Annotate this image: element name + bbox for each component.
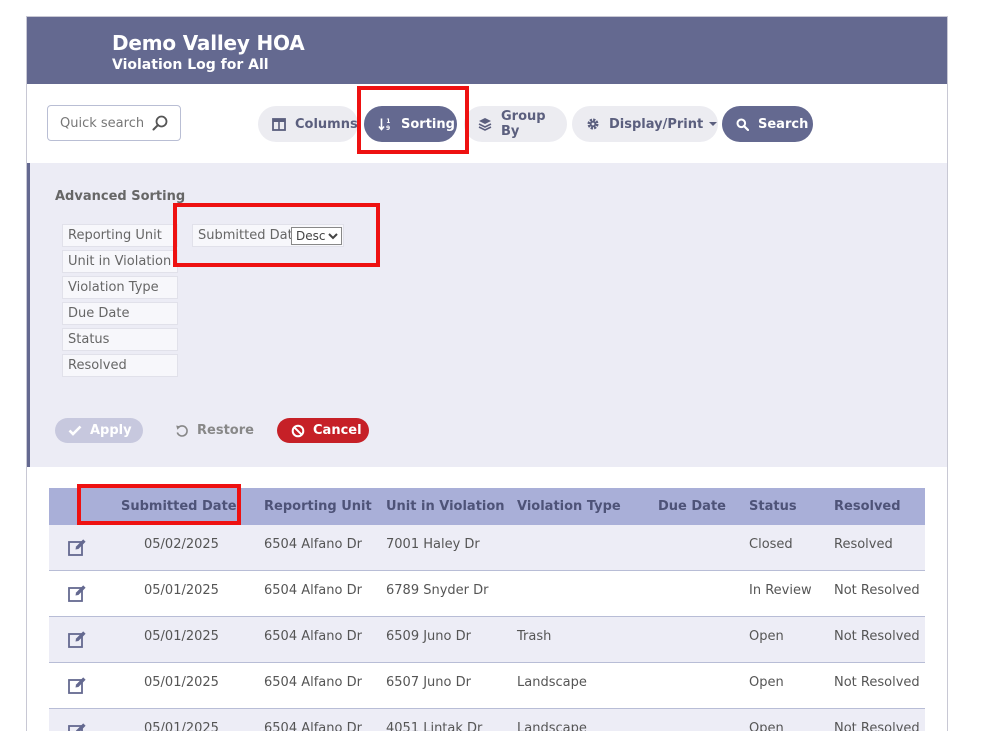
cell-submitted-date: 05/01/2025: [144, 675, 219, 690]
table-row[interactable]: 05/01/2025 6504 Alfano Dr 4051 Lintak Dr…: [49, 709, 925, 731]
svg-text:1: 1: [386, 118, 390, 125]
advanced-sorting-panel: Advanced Sorting Reporting Unit Unit in …: [27, 163, 947, 467]
cell-reporting-unit: 6504 Alfano Dr: [264, 583, 362, 598]
apply-label: Apply: [90, 423, 132, 438]
group-by-button[interactable]: Group By: [464, 106, 567, 142]
page-header: Demo Valley HOA Violation Log for All: [27, 17, 947, 84]
columns-icon: [272, 117, 286, 131]
column-header-violation-type[interactable]: Violation Type: [517, 488, 621, 525]
cell-resolved: Not Resolved: [834, 629, 920, 644]
sorted-field-label: Submitted Date: [198, 228, 301, 243]
cell-unit-in-violation: 6507 Juno Dr: [386, 675, 471, 690]
cell-violation-type: Landscape: [517, 721, 587, 731]
cell-reporting-unit: 6504 Alfano Dr: [264, 629, 362, 644]
restore-label: Restore: [197, 423, 254, 438]
cell-unit-in-violation: 4051 Lintak Dr: [386, 721, 483, 731]
display-print-button[interactable]: Display/Print: [572, 106, 718, 142]
apply-button[interactable]: Apply: [55, 418, 143, 443]
gear-icon: [587, 118, 599, 130]
table-row[interactable]: 05/01/2025 6504 Alfano Dr 6507 Juno Dr L…: [49, 663, 925, 709]
cell-status: Open: [749, 629, 784, 644]
cell-unit-in-violation: 7001 Haley Dr: [386, 537, 480, 552]
cell-status: In Review: [749, 583, 812, 598]
table-row[interactable]: 05/02/2025 6504 Alfano Dr 7001 Haley Dr …: [49, 525, 925, 571]
caret-down-icon: [709, 122, 718, 126]
sort-direction-select[interactable]: Asc Desc: [291, 227, 342, 245]
column-header-status[interactable]: Status: [749, 488, 797, 525]
quick-search-box: [47, 105, 181, 141]
svg-text:9: 9: [386, 125, 390, 131]
sorting-label: Sorting: [401, 116, 455, 132]
search-icon[interactable]: [152, 115, 168, 131]
column-header-due-date[interactable]: Due Date: [658, 488, 726, 525]
cell-violation-type: Trash: [517, 629, 552, 644]
ban-icon: [291, 424, 305, 437]
edit-icon[interactable]: [68, 584, 87, 603]
app-frame: Demo Valley HOA Violation Log for All Co…: [26, 16, 948, 731]
sort-icon: 1 9: [378, 118, 390, 131]
cell-reporting-unit: 6504 Alfano Dr: [264, 721, 362, 731]
sort-field-due-date[interactable]: Due Date: [62, 302, 178, 325]
restore-button[interactable]: Restore: [172, 418, 256, 443]
cell-resolved: Not Resolved: [834, 583, 920, 598]
sorted-field-submitted-date[interactable]: Submitted Date Asc Desc: [192, 224, 344, 247]
page-subtitle: Violation Log for All: [112, 57, 269, 73]
cell-status: Closed: [749, 537, 793, 552]
cell-violation-type: Landscape: [517, 675, 587, 690]
search-button[interactable]: Search: [722, 106, 813, 142]
sort-field-violation-type[interactable]: Violation Type: [62, 276, 178, 299]
group-by-label: Group By: [501, 109, 546, 139]
cell-submitted-date: 05/02/2025: [144, 537, 219, 552]
page-title: Demo Valley HOA: [112, 31, 305, 55]
check-icon: [68, 425, 82, 436]
sorting-button[interactable]: 1 9 Sorting: [364, 106, 457, 142]
cell-submitted-date: 05/01/2025: [144, 629, 219, 644]
cell-resolved: Resolved: [834, 537, 893, 552]
sort-field-status[interactable]: Status: [62, 328, 178, 351]
column-header-submitted-date[interactable]: Submitted Date: [121, 488, 237, 525]
search-icon: [736, 118, 749, 131]
display-print-label: Display/Print: [609, 116, 704, 132]
cell-reporting-unit: 6504 Alfano Dr: [264, 675, 362, 690]
edit-icon[interactable]: [68, 722, 87, 731]
cancel-button[interactable]: Cancel: [277, 418, 369, 443]
columns-button[interactable]: Columns: [258, 106, 358, 142]
cell-status: Open: [749, 675, 784, 690]
table-header: Submitted Date Reporting Unit Unit in Vi…: [49, 488, 925, 525]
advanced-sorting-title: Advanced Sorting: [55, 189, 186, 204]
sort-field-resolved[interactable]: Resolved: [62, 354, 178, 377]
cell-resolved: Not Resolved: [834, 721, 920, 731]
cell-status: Open: [749, 721, 784, 731]
column-header-resolved[interactable]: Resolved: [834, 488, 901, 525]
cell-submitted-date: 05/01/2025: [144, 583, 219, 598]
sort-field-unit-in-violation[interactable]: Unit in Violation: [62, 250, 178, 273]
edit-icon[interactable]: [68, 538, 87, 557]
column-header-reporting-unit[interactable]: Reporting Unit: [264, 488, 372, 525]
layers-icon: [478, 118, 492, 131]
cell-resolved: Not Resolved: [834, 675, 920, 690]
search-label: Search: [758, 116, 809, 132]
table-row[interactable]: 05/01/2025 6504 Alfano Dr 6509 Juno Dr T…: [49, 617, 925, 663]
cell-unit-in-violation: 6789 Snyder Dr: [386, 583, 489, 598]
table-row[interactable]: 05/01/2025 6504 Alfano Dr 6789 Snyder Dr…: [49, 571, 925, 617]
cell-reporting-unit: 6504 Alfano Dr: [264, 537, 362, 552]
cancel-label: Cancel: [313, 423, 362, 438]
edit-icon[interactable]: [68, 676, 87, 695]
edit-icon[interactable]: [68, 630, 87, 649]
undo-icon: [176, 424, 188, 437]
sort-field-reporting-unit[interactable]: Reporting Unit: [62, 224, 178, 247]
quick-search-input[interactable]: [48, 106, 148, 140]
cell-unit-in-violation: 6509 Juno Dr: [386, 629, 471, 644]
cell-submitted-date: 05/01/2025: [144, 721, 219, 731]
columns-label: Columns: [295, 116, 358, 132]
column-header-unit-in-violation[interactable]: Unit in Violation: [386, 488, 505, 525]
